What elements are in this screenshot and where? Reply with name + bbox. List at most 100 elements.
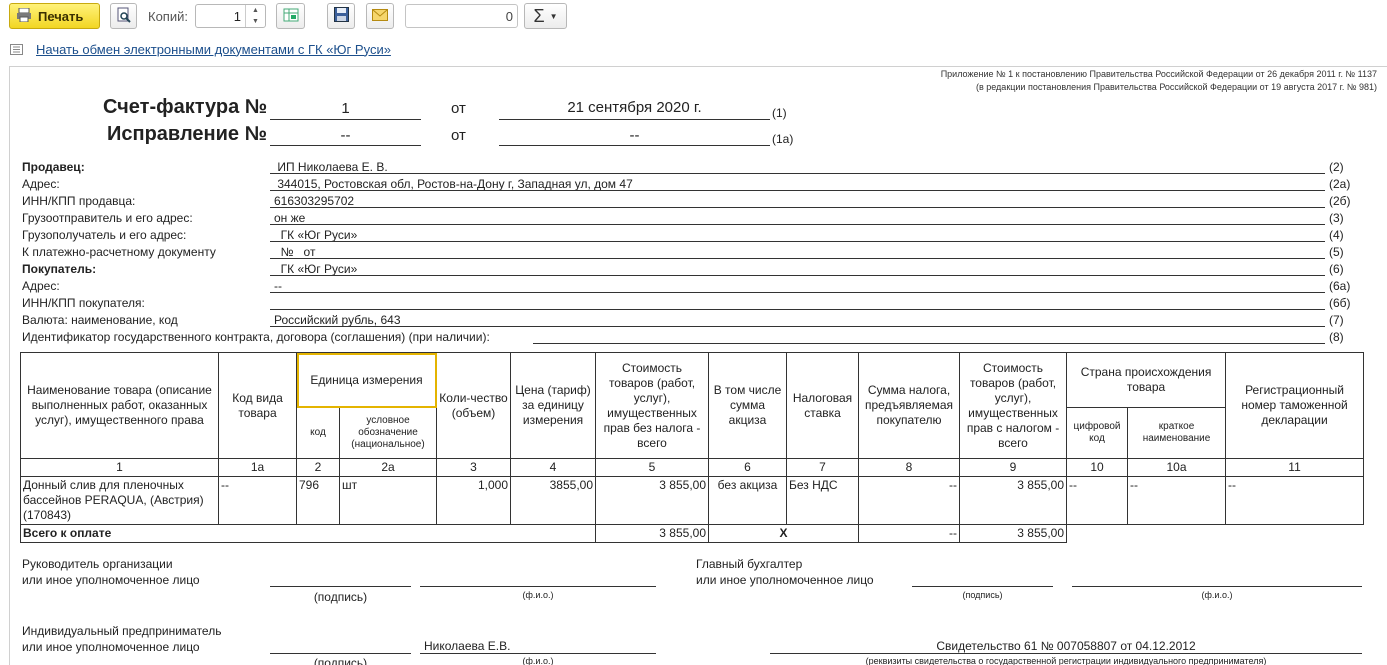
column-numbers-row: 1 1а 2 2а 3 4 5 6 7 8 9 10 10а 11 [20, 458, 1365, 477]
correction-code: (1а) [772, 132, 794, 146]
header-name: Наименование товара (описание выполненны… [20, 352, 219, 459]
page-settings-button[interactable] [276, 3, 305, 29]
chief-fio-caption: (ф.и.о.) [1201, 590, 1233, 600]
correction-number-line [270, 145, 421, 146]
header-declaration: Регистрационный номер таможенной деклара… [1225, 352, 1365, 459]
requisite-code: (2) [1329, 160, 1344, 174]
item-country-code: -- [1066, 476, 1129, 525]
requisite-code: (5) [1329, 245, 1344, 259]
certificate-details: Свидетельство 61 № 007058807 от 04.12.20… [936, 639, 1196, 653]
total-sum: 3 855,00 [959, 524, 1068, 543]
col-num: 11 [1225, 458, 1365, 477]
requisite-label: ИНН/КПП покупателя: [22, 296, 145, 310]
requisite-code: (3) [1329, 211, 1344, 225]
requisite-code: (7) [1329, 313, 1344, 327]
requisite-underline [270, 258, 1325, 259]
item-tax: -- [858, 476, 961, 525]
col-num: 10 [1066, 458, 1129, 477]
requisite-underline [270, 241, 1325, 242]
contract-id-label: Идентификатор государственного контракта… [22, 330, 490, 344]
header-rate: Налоговая ставка [786, 352, 860, 459]
annex-line-2: (в редакции постановления Правительства … [975, 82, 1377, 92]
ip-label-1: Индивидуальный предприниматель [22, 624, 222, 638]
requisite-code: (4) [1329, 228, 1344, 242]
save-button[interactable] [327, 3, 355, 29]
empty-cell [1128, 525, 1226, 543]
correction-number: -- [340, 127, 351, 144]
col-num: 7 [786, 458, 860, 477]
item-declaration: -- [1225, 476, 1365, 525]
item-total: 3 855,00 [959, 476, 1068, 525]
toolbar: Печать Копий: 1 ▲ ▼ 0 Σ ▼ [0, 0, 1387, 36]
sum-value: 0 [505, 9, 513, 24]
chief-fio-line [1072, 586, 1362, 587]
col-num: 9 [959, 458, 1068, 477]
header-country-name: краткое наименование [1127, 407, 1227, 459]
total-tax: -- [858, 524, 961, 543]
requisite-value: ГК «Юг Руси» [274, 262, 358, 276]
requisite-code: (2а) [1329, 177, 1351, 191]
header-country: Страна происхождения товара [1066, 352, 1227, 408]
certificate-line [770, 653, 1362, 654]
empty-cell [1226, 525, 1364, 543]
spin-up-icon[interactable]: ▲ [246, 5, 265, 16]
edo-link-row: Начать обмен электронными документами с … [10, 40, 391, 58]
chief-accountant-label-1: Главный бухгалтер [696, 557, 803, 571]
requisite-value: -- [274, 279, 282, 293]
item-excise: без акциза [708, 476, 788, 525]
sum-field: 0 [405, 4, 518, 28]
requisite-underline [270, 173, 1325, 174]
item-unit-name: шт [338, 476, 438, 525]
requisite-underline [270, 326, 1325, 327]
email-button[interactable] [366, 3, 394, 29]
preview-icon [116, 7, 132, 26]
chief-accountant-label-2: или иное уполномоченное лицо [696, 573, 874, 587]
copies-label: Копий: [148, 9, 188, 24]
item-kind: -- [218, 476, 297, 525]
copies-stepper[interactable]: ▲ ▼ [245, 5, 265, 27]
printer-icon [16, 7, 32, 25]
header-unit[interactable]: Единица измерения [295, 352, 438, 408]
header-price: Цена (тариф) за единицу измерения [510, 352, 597, 459]
invoice-document: Приложение № 1 к постановлению Правитель… [9, 66, 1387, 665]
requisite-label: Грузоотправитель и его адрес: [22, 211, 193, 225]
copies-value: 1 [233, 9, 241, 24]
head-fio-caption: (ф.и.о.) [522, 590, 554, 600]
start-edo-link[interactable]: Начать обмен электронными документами с … [36, 42, 391, 57]
header-total: Стоимость товаров (работ, услуг), имущес… [959, 352, 1068, 459]
requisite-label: ИНН/КПП продавца: [22, 194, 136, 208]
head-signature-caption: (подпись) [313, 590, 368, 604]
page-settings-icon [283, 7, 299, 26]
col-num: 8 [858, 458, 961, 477]
col-num: 1а [218, 458, 297, 477]
total-label: Всего к оплате [19, 524, 597, 543]
invoice-number-line [270, 119, 421, 120]
spin-down-icon[interactable]: ▼ [246, 16, 265, 27]
total-cost: 3 855,00 [595, 524, 710, 543]
requisite-label: Адрес: [22, 279, 60, 293]
requisite-underline [270, 292, 1325, 293]
copies-input[interactable]: 1 ▲ ▼ [195, 4, 266, 28]
requisite-underline [270, 275, 1325, 276]
requisite-underline [270, 224, 1325, 225]
requisite-label: К платежно-расчетному документу [22, 245, 216, 259]
annex-line-1: Приложение № 1 к постановлению Правитель… [940, 69, 1377, 79]
sum-mode-button[interactable]: Σ ▼ [524, 3, 567, 29]
ip-fio-caption: (ф.и.о.) [522, 656, 554, 665]
chief-signature-line [912, 586, 1053, 587]
requisite-underline [270, 190, 1325, 191]
correction-title: Исправление № [107, 123, 267, 145]
print-button[interactable]: Печать [9, 3, 100, 29]
invoice-title: Счет-фактура № [103, 96, 268, 118]
header-tax: Сумма налога, предъявляемая покупателю [858, 352, 961, 459]
envelope-icon [372, 8, 388, 24]
requisite-label: Покупатель: [22, 262, 97, 276]
chevron-down-icon: ▼ [549, 11, 558, 21]
requisite-code: (6б) [1329, 296, 1351, 310]
ip-signature-caption: (подпись) [313, 656, 368, 665]
print-button-label: Печать [38, 8, 84, 24]
requisite-underline [270, 309, 1325, 310]
correction-from-label: от [451, 127, 466, 144]
preview-button[interactable] [110, 3, 137, 29]
correction-date-line [499, 145, 770, 146]
